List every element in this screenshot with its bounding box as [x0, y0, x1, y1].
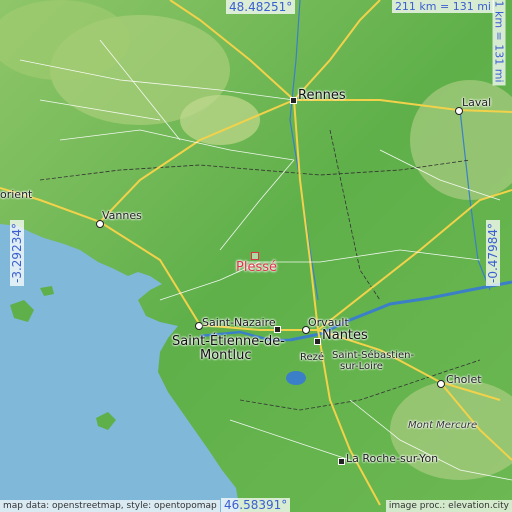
plesse-marker[interactable] [251, 252, 259, 260]
city-rennes[interactable]: Rennes [298, 88, 346, 103]
scale-horizontal: 211 km = 131 mi [391, 0, 494, 13]
city-reze[interactable]: Rezé [300, 352, 324, 363]
city-saint-sebastien-line2[interactable]: sur-Loire [340, 361, 383, 372]
city-vannes[interactable]: Vannes [102, 209, 142, 222]
city-saint-etienne[interactable]: Saint-Étienne-de- [172, 334, 285, 349]
city-mont-mercure[interactable]: Mont Mercure [408, 420, 477, 431]
cholet-marker[interactable] [437, 380, 445, 388]
highlight-plesse[interactable]: Plessé [236, 260, 277, 275]
orvault-marker[interactable] [302, 326, 310, 334]
city-montluc[interactable]: Montluc [200, 348, 252, 363]
city-saint-nazaire[interactable]: Saint-Nazaire [202, 316, 276, 329]
bottom-latitude-label: 46.58391° [221, 498, 291, 512]
city-saint-sebastien-line1[interactable]: Saint-Sébastien- [332, 350, 414, 361]
city-laval[interactable]: Laval [462, 96, 491, 109]
rennes-marker[interactable] [290, 97, 297, 104]
map-canvas[interactable]: 48.48251° 46.58391° -3.29234° -0.47984° … [0, 0, 512, 512]
city-la-roche-sur-yon[interactable]: La Roche-sur-Yon [346, 452, 438, 465]
map-data-attribution: map data: openstreetmap, style: opentopo… [0, 500, 220, 512]
left-longitude-label: -3.29234° [10, 220, 24, 286]
la-roche-marker[interactable] [338, 458, 345, 465]
city-cholet[interactable]: Cholet [446, 373, 482, 386]
nantes-marker[interactable] [314, 338, 321, 345]
right-longitude-label: -0.47984° [486, 220, 500, 286]
top-latitude-label: 48.48251° [226, 0, 296, 14]
city-lorient[interactable]: orient [0, 188, 32, 201]
city-nantes[interactable]: Nantes [322, 328, 368, 343]
scale-vertical: 211 km = 131 mi [492, 0, 506, 86]
saint-etienne-marker[interactable] [274, 326, 281, 333]
image-processing-attribution: image proc.: elevation.city [385, 500, 512, 512]
